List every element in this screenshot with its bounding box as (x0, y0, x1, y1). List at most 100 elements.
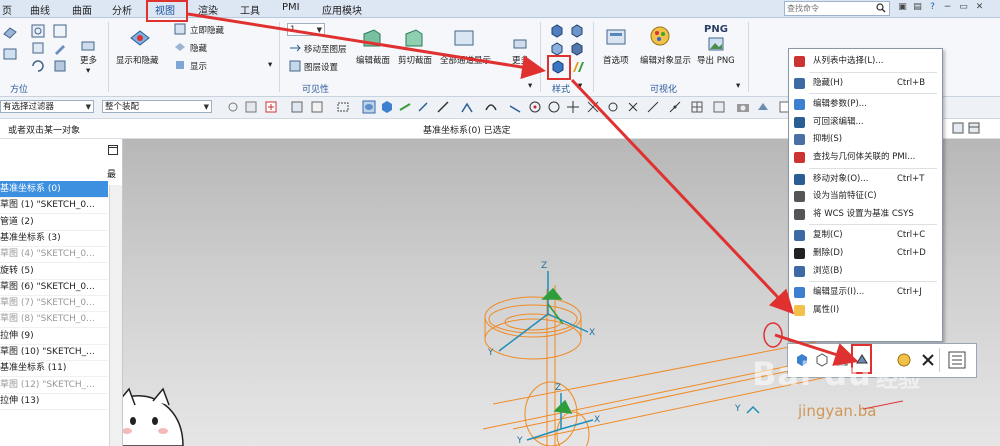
visibility-dropdown-icon[interactable]: ▾ (268, 60, 272, 70)
shaded-edges-cube-icon[interactable] (570, 24, 584, 38)
preferences-icon[interactable] (604, 26, 628, 50)
edit-object-display-icon[interactable] (648, 24, 672, 48)
show-icon[interactable] (174, 59, 186, 71)
visualization-group-dropdown-icon[interactable]: ▾ (736, 81, 740, 91)
context-menu-item[interactable]: 编辑参数(P)... (789, 96, 942, 113)
show-button[interactable]: 显示 (190, 60, 207, 72)
navigator-row[interactable]: 拉伸 (13) (0, 393, 108, 410)
menu-item-analysis[interactable]: 分析 (112, 2, 132, 17)
curve-rule-icon[interactable] (398, 100, 412, 114)
view-triad-icon[interactable] (52, 23, 68, 39)
selection-filter-select[interactable]: 有选择过滤器 ▼ (0, 100, 94, 113)
hide-immediately-button[interactable]: 立即隐藏 (190, 24, 224, 36)
shaded-view-toggle-icon[interactable] (362, 100, 376, 114)
png-export-icon[interactable]: PNG (704, 24, 728, 35)
hide-button[interactable]: 隐藏 (190, 42, 207, 54)
close-icon[interactable]: ✕ (974, 2, 985, 13)
layer-settings-button[interactable]: 图层设置 (304, 61, 338, 73)
shaded-cube-icon[interactable] (550, 24, 564, 38)
menu-item-tools[interactable]: 工具 (240, 2, 260, 17)
window-menu-icon[interactable]: ▣ (897, 2, 908, 13)
restore-icon[interactable]: ▭ (958, 2, 969, 13)
context-menu-item[interactable]: 将 WCS 设置为基准 CSYS (789, 206, 942, 223)
select-all-icon[interactable] (290, 100, 304, 114)
export-png-button[interactable]: 导出 PNG (697, 54, 735, 66)
more-options-mini-icon[interactable] (948, 351, 966, 369)
navigator-row[interactable]: 基准坐标系 (0) (0, 181, 108, 198)
context-menu-item[interactable]: 从列表中选择(L)... (789, 53, 942, 70)
context-menu-item[interactable]: 编辑显示(I)... Ctrl+J (789, 284, 942, 301)
more-dropdown-icon[interactable]: ▾ (86, 66, 90, 76)
line-select-icon[interactable] (436, 100, 450, 114)
tangent-curve-icon[interactable] (460, 100, 474, 114)
style-group-dropdown-icon[interactable]: ▾ (578, 81, 582, 91)
context-menu-item[interactable]: 可回滚编辑... (789, 114, 942, 131)
window-toggle-icon[interactable]: ▤ (912, 2, 923, 13)
view-orient-icon[interactable] (2, 24, 18, 40)
context-menu-item[interactable]: 属性(I) (789, 302, 942, 319)
full-section-display-icon[interactable] (452, 26, 476, 50)
select-plus-icon[interactable] (264, 100, 278, 114)
navigator-row[interactable]: 草图 (1) "SKETCH_0... (0, 197, 108, 215)
quadrant-point-icon[interactable] (606, 100, 620, 114)
intersection-point-icon[interactable] (566, 100, 580, 114)
panel-layout-icon[interactable] (968, 122, 980, 134)
edit-object-display-button[interactable]: 编辑对象显示 (640, 54, 691, 66)
full-section-display-button[interactable]: 全部通道显示 (440, 54, 491, 66)
hide-immediately-icon[interactable] (174, 23, 186, 35)
cross-line-icon[interactable] (586, 100, 600, 114)
wireframe-cube-icon[interactable] (550, 42, 564, 56)
assembly-scope-select[interactable]: 整个装配 ▼ (102, 100, 212, 113)
delete-mini-icon[interactable] (921, 353, 935, 367)
context-menu-item[interactable]: 抑制(S) (789, 131, 942, 148)
studio-cube-icon[interactable] (570, 42, 584, 56)
mid-point-icon[interactable] (668, 100, 682, 114)
select-region-icon[interactable] (310, 100, 324, 114)
snap-icon[interactable] (226, 100, 240, 114)
view-fit-icon[interactable] (2, 46, 18, 62)
context-menu-item[interactable]: 移动对象(O)... Ctrl+T (789, 171, 942, 188)
point-snap-icon[interactable] (528, 100, 542, 114)
spline-icon[interactable] (484, 100, 498, 114)
rectangle-select-icon[interactable] (336, 100, 350, 114)
navigator-row[interactable]: 草图 (7) "SKETCH_0... (0, 295, 108, 313)
existing-point-icon[interactable] (626, 100, 640, 114)
edit-section-button[interactable]: 编辑截面 (356, 54, 390, 66)
visibility-group-dropdown-icon[interactable]: ▾ (528, 81, 532, 91)
context-menu-item[interactable]: 删除(D) Ctrl+D (789, 245, 942, 262)
navigator-row[interactable]: 草图 (10) "SKETCH_... (0, 344, 108, 361)
end-point-icon[interactable] (646, 100, 660, 114)
arc-center-icon[interactable] (547, 100, 561, 114)
menu-item-surface[interactable]: 曲面 (72, 2, 92, 17)
show-hide-icon[interactable] (128, 26, 152, 50)
navigator-row[interactable]: 拉伸 (9) (0, 328, 108, 345)
menu-item-render[interactable]: 渲染 (198, 2, 218, 17)
menu-item-curve[interactable]: 曲线 (30, 2, 50, 17)
more-visibility-button[interactable]: 更多 (512, 54, 529, 66)
minimize-icon[interactable]: − (942, 2, 953, 13)
move-to-layer-button[interactable]: 移动至图层 (304, 43, 347, 55)
panel-toggle-icon[interactable] (952, 122, 964, 134)
navigator-row[interactable]: 草图 (12) "SKETCH_... (0, 377, 108, 394)
view-edit-icon[interactable] (52, 40, 68, 56)
more-visibility-icon[interactable] (512, 36, 528, 52)
context-menu-item[interactable]: 查找与几何体关联的 PMI... (789, 149, 942, 166)
navigator-row[interactable]: 草图 (8) "SKETCH_0... (0, 311, 108, 329)
context-menu-item[interactable]: 浏览(B) (789, 263, 942, 280)
navigator-row[interactable]: 管道 (2) (0, 214, 108, 231)
more-orientation-icon[interactable] (80, 38, 96, 54)
edit-section-icon[interactable] (360, 26, 384, 50)
more-orientation-label[interactable]: 更多 (80, 54, 97, 66)
bridge-curve-icon[interactable] (508, 100, 522, 114)
rotate-icon[interactable] (30, 58, 46, 74)
view-settings-icon[interactable] (712, 100, 726, 114)
hide-icon[interactable] (174, 41, 186, 53)
camera-icon[interactable] (736, 100, 750, 114)
face-rule-icon[interactable] (416, 100, 430, 114)
navigator-row[interactable]: 基准坐标系 (11) (0, 360, 108, 378)
command-search-input[interactable] (785, 2, 875, 14)
move-to-layer-icon[interactable] (289, 42, 301, 54)
filter-options-icon[interactable] (244, 100, 258, 114)
navigator-row[interactable]: 草图 (4) "SKETCH_0... (0, 246, 108, 264)
navigator-scrollbar[interactable] (109, 185, 122, 446)
